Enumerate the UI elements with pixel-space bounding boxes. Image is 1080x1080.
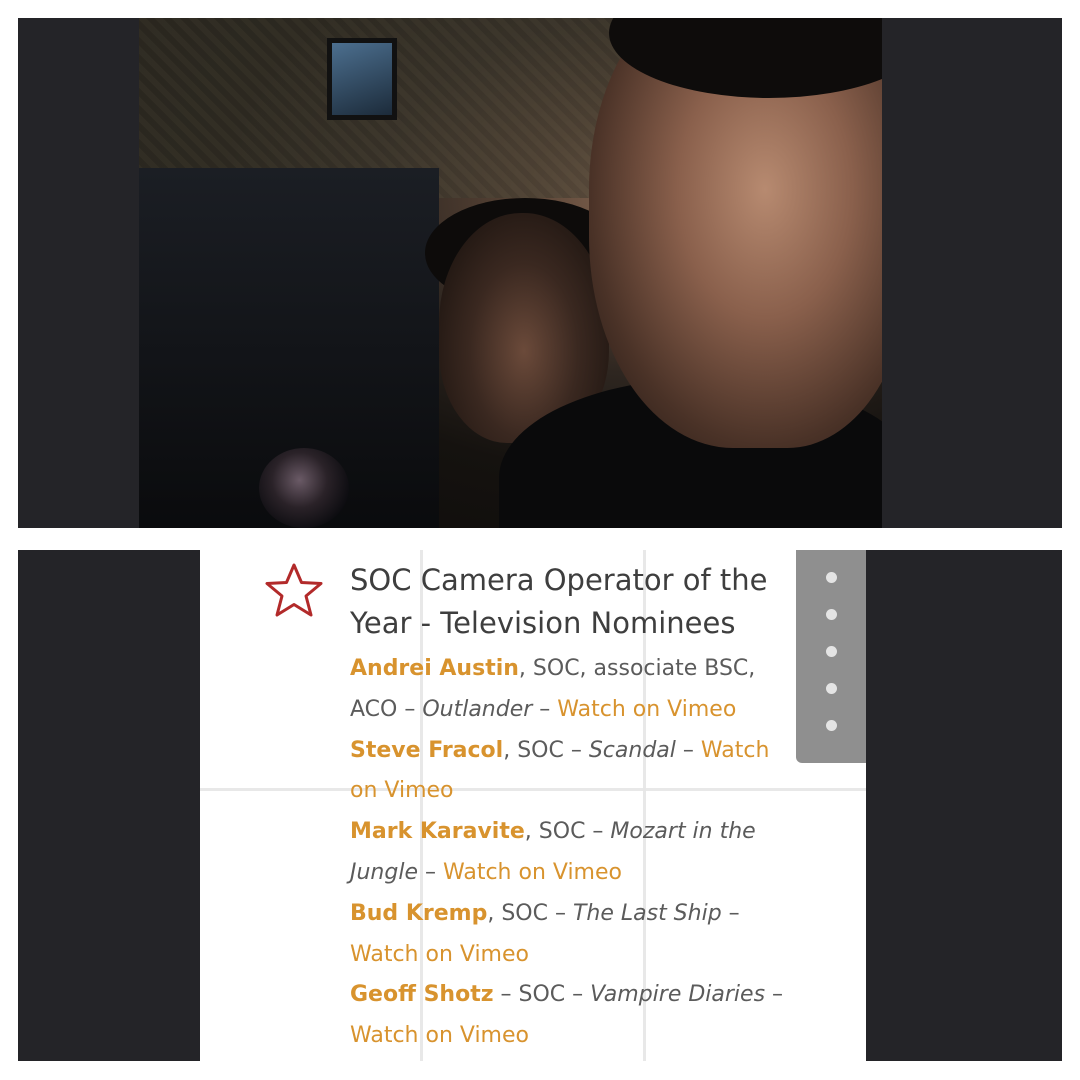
dot-icon [826, 646, 837, 657]
dot-icon [826, 683, 837, 694]
nominee-name[interactable]: Mark Karavite [350, 819, 525, 844]
list-item: Steve Fracol, SOC – Scandal – Watch on V… [350, 731, 790, 813]
camera-monitor [327, 38, 397, 120]
show-title: The Last Ship [572, 900, 722, 926]
nominee-credit: , SOC – [503, 737, 589, 763]
screenshot-panel: SOC Camera Operator of the Year - Televi… [18, 550, 1062, 1061]
photo-panel [18, 18, 1062, 528]
list-item: Bud Kremp, SOC – The Last Ship – Watch o… [350, 894, 790, 976]
dot-icon [826, 609, 837, 620]
nominee-name[interactable]: Steve Fracol [350, 738, 503, 763]
list-item: Mark Karavite, SOC – Mozart in the Jungl… [350, 812, 790, 894]
show-title: Vampire Diaries [590, 982, 766, 1008]
nominee-list: Andrei Austin, SOC, associate BSC, ACO –… [350, 649, 790, 1057]
nominee-credit: , SOC – [524, 819, 611, 845]
separator: – [532, 696, 558, 722]
dot-icon [826, 572, 837, 583]
article-page: SOC Camera Operator of the Year - Televi… [200, 550, 866, 1061]
watch-on-vimeo-link[interactable]: Watch on Vimeo [443, 860, 622, 885]
nominee-credit: – SOC – [493, 982, 591, 1008]
camera-lens [259, 448, 349, 528]
vertical-dots-menu-button[interactable] [796, 550, 866, 763]
nominee-credit: , SOC – [487, 900, 573, 926]
article-title: SOC Camera Operator of the Year - Televi… [350, 563, 768, 640]
separator: – [675, 737, 701, 763]
nominee-name[interactable]: Geoff Shotz [350, 982, 494, 1007]
separator: – [418, 859, 443, 885]
watch-on-vimeo-link[interactable]: Watch on Vimeo [350, 942, 529, 967]
nominee-name[interactable]: Bud Kremp [350, 901, 487, 926]
watch-on-vimeo-link[interactable]: Watch on Vimeo [557, 697, 736, 722]
show-title: Scandal [588, 737, 676, 763]
dot-icon [826, 720, 837, 731]
separator: – [765, 982, 784, 1008]
show-title: Outlander [422, 696, 533, 722]
on-set-selfie-photo [139, 18, 882, 528]
separator: – [721, 900, 740, 926]
list-item: Geoff Shotz – SOC – Vampire Diaries – Wa… [350, 975, 790, 1057]
star-outline-icon[interactable] [264, 562, 324, 618]
watch-on-vimeo-link[interactable]: Watch on Vimeo [350, 1023, 529, 1048]
list-item: Andrei Austin, SOC, associate BSC, ACO –… [350, 649, 790, 731]
nominee-name[interactable]: Andrei Austin [350, 656, 519, 681]
